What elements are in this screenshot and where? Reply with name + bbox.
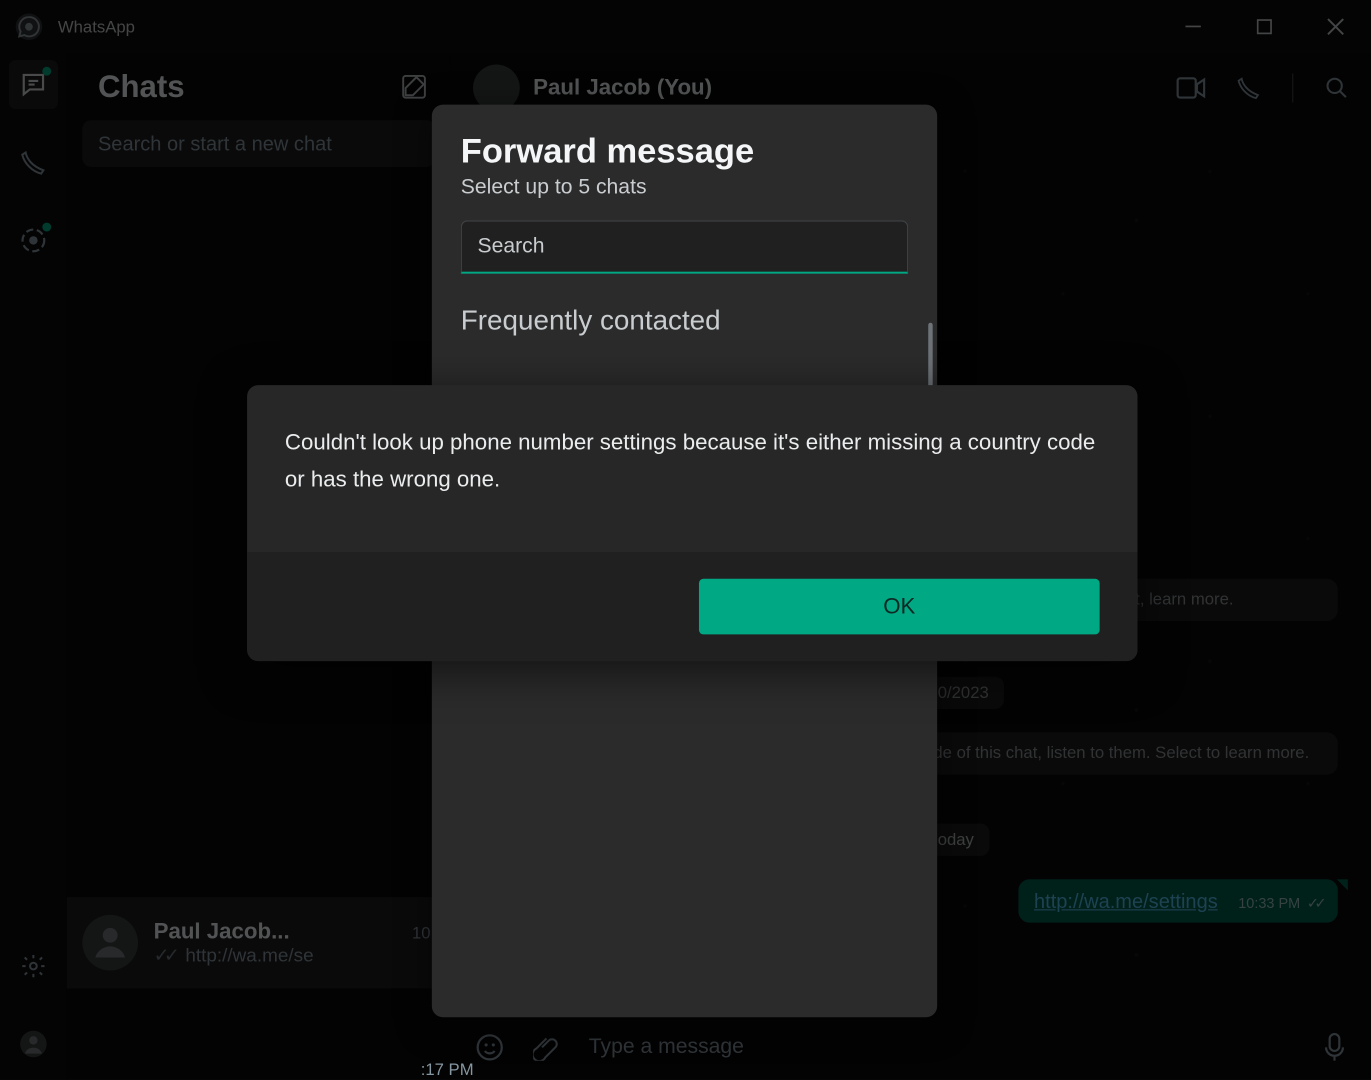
error-dialog: Couldn't look up phone number settings b…	[247, 385, 1137, 661]
forward-search-input[interactable]: Search	[461, 220, 908, 273]
forward-dialog-subtitle: Select up to 5 chats	[461, 176, 908, 200]
ok-button[interactable]: OK	[699, 579, 1100, 635]
error-message-text: Couldn't look up phone number settings b…	[247, 385, 1137, 552]
forward-section-heading: Frequently contacted	[461, 305, 908, 337]
scrollbar-thumb[interactable]	[928, 323, 932, 390]
corner-timestamp: :17 PM	[421, 1061, 474, 1080]
forward-dialog-title: Forward message	[461, 131, 908, 171]
forward-search-placeholder: Search	[477, 234, 544, 258]
